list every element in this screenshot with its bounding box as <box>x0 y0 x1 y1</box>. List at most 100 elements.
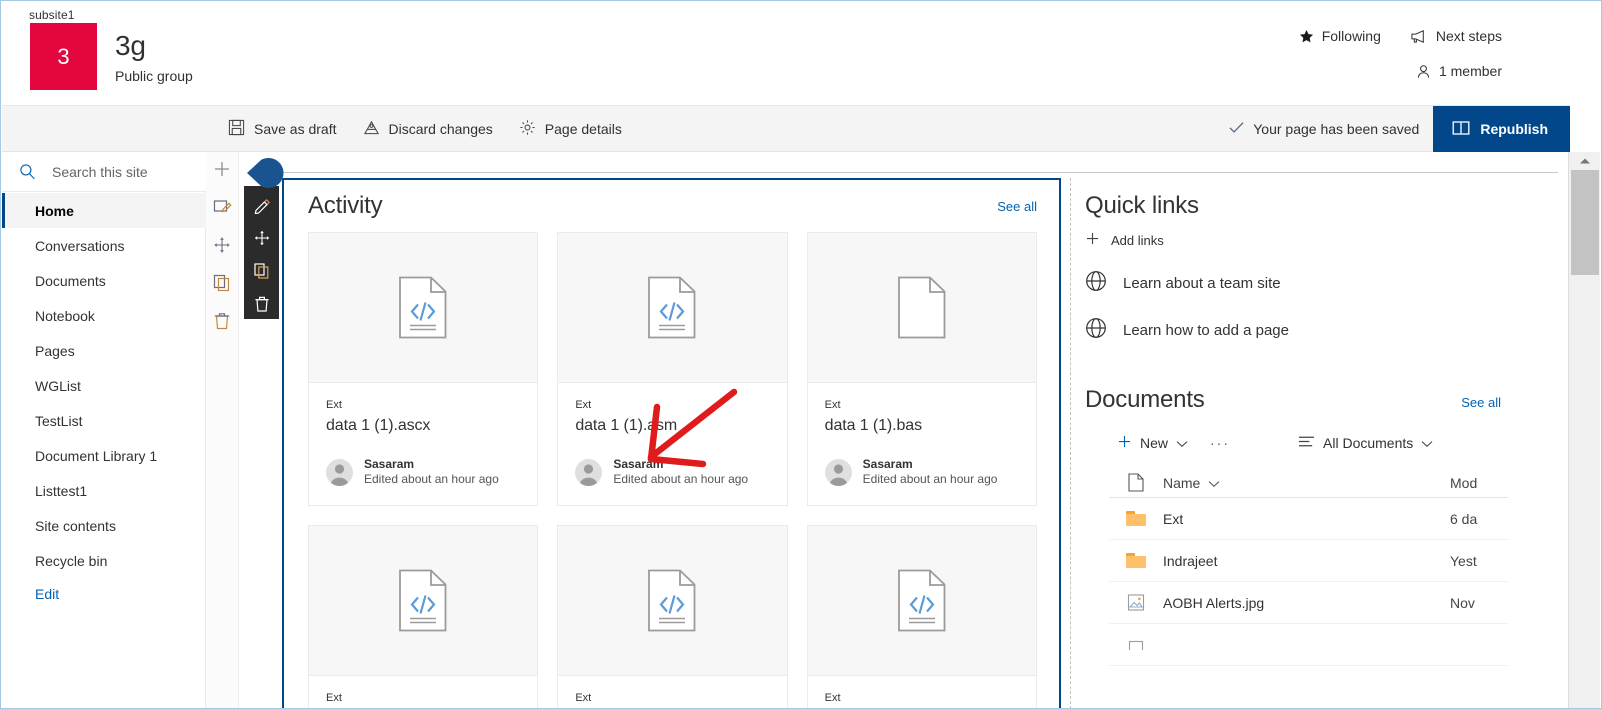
activity-card[interactable]: Ext <box>806 525 1037 708</box>
sidebar-item-recycle-bin[interactable]: Recycle bin <box>2 543 206 578</box>
discard-changes-button[interactable]: Discard changes <box>361 114 495 144</box>
activity-card[interactable]: Ext data 1 (1).bas Sasaram Edited about … <box>806 232 1037 506</box>
view-selector-button[interactable]: All Documents <box>1290 431 1441 455</box>
duplicate-icon[interactable] <box>252 261 272 281</box>
folder-icon <box>1109 553 1163 568</box>
site-title: 3g <box>115 30 146 61</box>
command-bar: Save as draft Discard changes Page detai… <box>2 106 1570 152</box>
table-row[interactable]: Ext 6 da <box>1109 498 1508 540</box>
sidebar-item-listtest1[interactable]: Listtest1 <box>2 473 206 508</box>
code-file-icon <box>648 569 696 632</box>
sidebar-item-documents[interactable]: Documents <box>2 263 206 298</box>
delete-section-icon[interactable] <box>210 309 234 333</box>
documents-see-all-link[interactable]: See all <box>1461 395 1501 410</box>
card-folder-label: Ext <box>326 399 342 411</box>
sidebar-item-wglist[interactable]: WGList <box>2 368 206 403</box>
table-row[interactable]: AOBH Alerts.jpg Nov <box>1109 582 1508 624</box>
code-file-icon <box>648 276 696 339</box>
site-privacy-label: Public group <box>115 68 193 84</box>
card-person-meta: Edited about an hour ago <box>862 472 998 486</box>
activity-card[interactable]: Ext <box>308 525 539 708</box>
sidebar-item-home[interactable]: Home <box>2 193 206 228</box>
file-type-column-icon[interactable] <box>1109 473 1163 492</box>
table-row[interactable] <box>1109 624 1508 666</box>
activity-header: Activity See all <box>284 180 1059 232</box>
republish-label: Republish <box>1480 121 1548 137</box>
section-divider <box>268 172 1558 173</box>
sidebar-edit-link[interactable]: Edit <box>2 578 206 610</box>
file-icon <box>1109 640 1163 650</box>
nav-label: Recycle bin <box>35 552 108 569</box>
page-details-button[interactable]: Page details <box>517 114 624 144</box>
page-canvas: Activity See all Ext data 1 (1).ascx Sas… <box>206 152 1570 708</box>
documents-webpart[interactable]: Documents See all New ··· All Documents … <box>1081 343 1536 666</box>
avatar <box>824 458 852 486</box>
sidebar-item-notebook[interactable]: Notebook <box>2 298 206 333</box>
globe-icon <box>1085 317 1107 343</box>
nav-label: Pages <box>35 342 75 359</box>
activity-see-all-link[interactable]: See all <box>997 199 1037 214</box>
activity-cards-grid: Ext data 1 (1).ascx Sasaram Edited about… <box>284 232 1059 708</box>
move-icon[interactable] <box>252 228 272 248</box>
card-file-name: data 1 (1).bas <box>824 417 922 434</box>
add-links-button[interactable]: Add links <box>1081 220 1536 249</box>
sidebar-item-conversations[interactable]: Conversations <box>2 228 206 263</box>
quicklink-label: Learn how to add a page <box>1123 321 1289 339</box>
activity-card[interactable]: Ext <box>557 525 788 708</box>
new-button[interactable]: New <box>1109 430 1196 456</box>
activity-card[interactable]: Ext data 1 (1).asm Sasaram Edited about … <box>557 232 788 506</box>
move-section-icon[interactable] <box>210 233 234 257</box>
card-person-name: Sasaram <box>364 457 415 471</box>
sidebar-item-pages[interactable]: Pages <box>2 333 206 368</box>
code-file-icon <box>399 276 447 339</box>
folder-icon <box>1109 511 1163 526</box>
quicklink-item[interactable]: Learn about a team site <box>1081 270 1536 296</box>
quicklinks-webpart[interactable]: Quick links Add links Learn about a team… <box>1081 178 1536 343</box>
card-folder-label: Ext <box>575 692 592 704</box>
add-icon[interactable] <box>210 157 234 181</box>
modified-column-header[interactable]: Mod <box>1450 475 1508 491</box>
nav-label: WGList <box>35 377 81 394</box>
activity-webpart[interactable]: Activity See all Ext data 1 (1).ascx Sas… <box>282 178 1061 708</box>
site-logo: 3 <box>30 23 97 90</box>
sidebar-item-document-library-1[interactable]: Document Library 1 <box>2 438 206 473</box>
discard-changes-label: Discard changes <box>388 121 493 137</box>
more-options-button[interactable]: ··· <box>1196 431 1244 455</box>
right-column: Quick links Add links Learn about a team… <box>1081 178 1536 708</box>
nav-label: Site contents <box>35 517 116 534</box>
search-placeholder: Search this site <box>52 163 148 180</box>
next-steps-button[interactable]: Next steps <box>1411 28 1502 44</box>
following-button[interactable]: Following <box>1299 28 1381 44</box>
page-scrollbar[interactable] <box>1568 152 1601 708</box>
activity-card[interactable]: Ext data 1 (1).ascx Sasaram Edited about… <box>308 232 539 506</box>
documents-title: Documents <box>1085 386 1205 413</box>
ellipsis-icon: ··· <box>1210 435 1231 451</box>
name-column-header[interactable]: Name <box>1163 475 1450 491</box>
sidebar-item-testlist[interactable]: TestList <box>2 403 206 438</box>
sidebar-item-site-contents[interactable]: Site contents <box>2 508 206 543</box>
search-icon <box>19 163 36 180</box>
nav-label: Documents <box>35 272 106 289</box>
row-name[interactable]: Indrajeet <box>1163 553 1450 569</box>
save-icon <box>228 119 245 139</box>
save-as-draft-button[interactable]: Save as draft <box>226 114 339 144</box>
table-row[interactable]: Indrajeet Yest <box>1109 540 1508 582</box>
duplicate-section-icon[interactable] <box>210 271 234 295</box>
card-file-name: data 1 (1).ascx <box>326 417 431 434</box>
row-name[interactable]: AOBH Alerts.jpg <box>1163 595 1450 611</box>
delete-icon[interactable] <box>252 294 272 314</box>
nav-label: Conversations <box>35 237 125 254</box>
card-person: Sasaram Edited about an hour ago <box>558 435 786 487</box>
breadcrumb[interactable]: subsite1 <box>29 8 75 22</box>
card-person: Sasaram Edited about an hour ago <box>808 435 1036 487</box>
quicklink-item[interactable]: Learn how to add a page <box>1081 317 1536 343</box>
add-links-label: Add links <box>1111 232 1164 248</box>
scrollbar-thumb[interactable] <box>1571 170 1599 275</box>
scroll-up-arrow-icon[interactable] <box>1569 152 1601 169</box>
republish-button[interactable]: Republish <box>1433 106 1570 152</box>
members-button[interactable]: 1 member <box>1416 63 1502 79</box>
edit-icon[interactable] <box>252 195 272 215</box>
search-input[interactable]: Search this site <box>2 152 206 192</box>
edit-section-icon[interactable] <box>210 195 234 219</box>
row-name[interactable]: Ext <box>1163 511 1450 527</box>
